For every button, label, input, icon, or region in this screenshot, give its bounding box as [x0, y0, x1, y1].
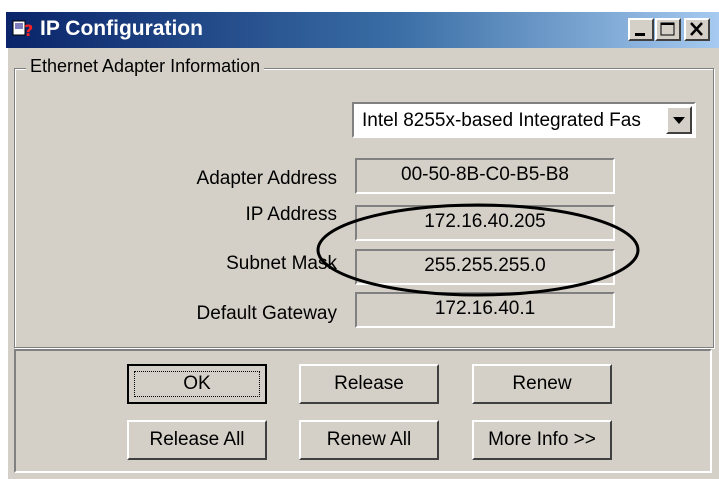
renew-button[interactable]: Renew — [472, 364, 612, 404]
minimize-icon — [635, 33, 645, 36]
maximize-button[interactable] — [655, 18, 681, 41]
ip-address-label: IP Address — [245, 204, 337, 225]
more-info-button[interactable]: More Info >> — [472, 420, 612, 460]
window-title: IP Configuration — [40, 17, 203, 40]
adapter-select-value: Intel 8255x-based Integrated Fas — [362, 110, 641, 131]
release-all-button[interactable]: Release All — [127, 420, 267, 460]
ip-address-value: 172.16.40.205 — [355, 205, 615, 241]
default-gateway-value: 172.16.40.1 — [355, 292, 615, 328]
adapter-address-label: Adapter Address — [196, 168, 337, 189]
subnet-mask-label: Subnet Mask — [226, 253, 337, 274]
release-button[interactable]: Release — [299, 364, 439, 404]
ip-config-icon[interactable]: ? — [12, 18, 34, 40]
renew-all-button[interactable]: Renew All — [299, 420, 439, 460]
minimize-button[interactable] — [628, 18, 654, 41]
svg-text:?: ? — [24, 21, 33, 40]
close-button[interactable] — [684, 18, 710, 41]
focus-rect — [134, 371, 260, 397]
default-gateway-label: Default Gateway — [196, 303, 337, 324]
adapter-address-value: 00-50-8B-C0-B5-B8 — [355, 158, 615, 194]
adapter-select[interactable]: Intel 8255x-based Integrated Fas — [352, 102, 696, 138]
close-icon — [690, 22, 703, 36]
subnet-mask-value: 255.255.255.0 — [355, 249, 615, 285]
chevron-down-icon[interactable] — [666, 106, 692, 134]
adapter-group-label: Ethernet Adapter Information — [26, 55, 265, 77]
ok-button[interactable]: OK — [127, 364, 267, 404]
maximize-icon — [660, 22, 675, 36]
